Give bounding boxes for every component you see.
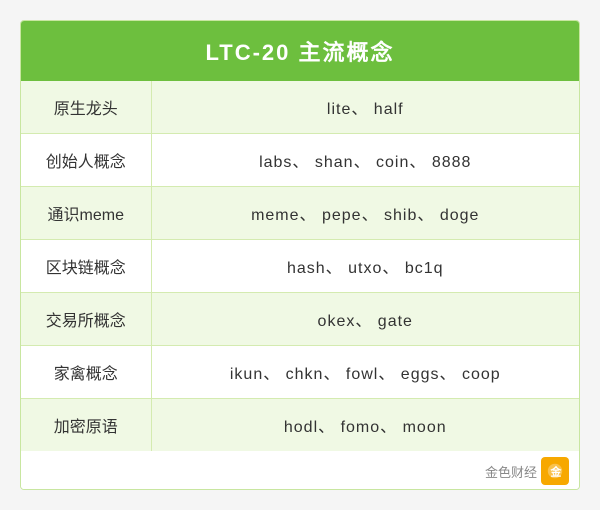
page-title: LTC-20 主流概念 — [21, 21, 579, 81]
table-row: 原生龙头lite、 half — [21, 81, 579, 134]
table-row: 交易所概念okex、 gate — [21, 293, 579, 346]
row-value: okex、 gate — [151, 293, 579, 346]
table-row: 区块链概念hash、 utxo、 bc1q — [21, 240, 579, 293]
gold-finance-icon: 金 — [541, 457, 569, 485]
concepts-table: 原生龙头lite、 half创始人概念labs、 shan、 coin、 888… — [21, 81, 579, 451]
watermark-text: 金色财经 — [485, 462, 537, 481]
row-label: 交易所概念 — [21, 293, 151, 346]
table-row: 创始人概念labs、 shan、 coin、 8888 — [21, 134, 579, 187]
row-value: hash、 utxo、 bc1q — [151, 240, 579, 293]
row-label: 通识meme — [21, 187, 151, 240]
watermark-bar: 金色财经 金 — [21, 451, 579, 489]
svg-text:金: 金 — [550, 466, 562, 479]
row-value: meme、 pepe、 shib、 doge — [151, 187, 579, 240]
row-value: labs、 shan、 coin、 8888 — [151, 134, 579, 187]
row-value: hodl、 fomo、 moon — [151, 399, 579, 452]
main-container: LTC-20 主流概念 原生龙头lite、 half创始人概念labs、 sha… — [20, 20, 580, 490]
row-label: 原生龙头 — [21, 81, 151, 134]
row-label: 创始人概念 — [21, 134, 151, 187]
row-value: lite、 half — [151, 81, 579, 134]
table-row: 通识memememe、 pepe、 shib、 doge — [21, 187, 579, 240]
row-label: 加密原语 — [21, 399, 151, 452]
table-row: 家禽概念ikun、 chkn、 fowl、 eggs、 coop — [21, 346, 579, 399]
row-label: 区块链概念 — [21, 240, 151, 293]
row-label: 家禽概念 — [21, 346, 151, 399]
row-value: ikun、 chkn、 fowl、 eggs、 coop — [151, 346, 579, 399]
watermark-inner: 金色财经 金 — [485, 457, 569, 485]
table-row: 加密原语hodl、 fomo、 moon — [21, 399, 579, 452]
